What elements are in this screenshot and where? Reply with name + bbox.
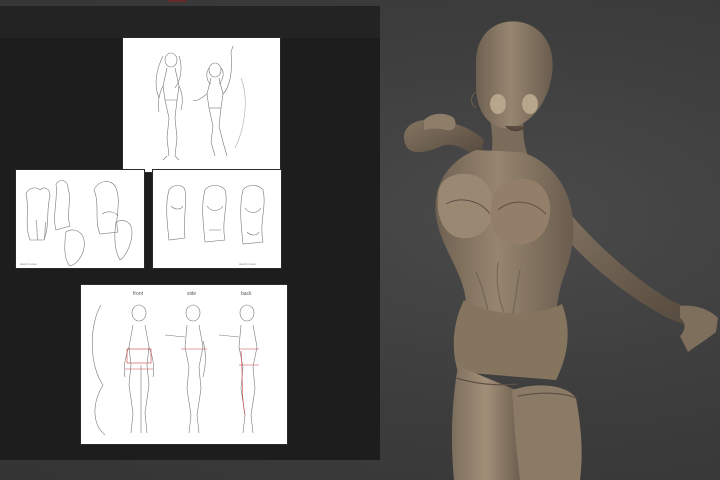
torso-back-sketch-drawing — [25, 180, 133, 267]
app-window: sketch notes sketch notes front side bac… — [0, 0, 720, 480]
raised-hand — [424, 113, 456, 131]
sculpt-viewport[interactable] — [380, 0, 720, 480]
reference-image-torso-back[interactable]: sketch notes — [16, 170, 144, 268]
ear — [471, 91, 477, 109]
left-eye — [490, 94, 506, 114]
title-bar-accent — [168, 0, 186, 2]
reference-image-full-body[interactable] — [123, 38, 280, 172]
torso-front-sketch-drawing — [166, 185, 265, 245]
reference-image-torso-front[interactable]: sketch notes — [153, 170, 281, 268]
full-body-sketch-drawing — [155, 45, 246, 161]
torso-back-caption: sketch notes — [20, 262, 37, 266]
right-thigh — [512, 385, 582, 480]
sculpted-figure — [404, 21, 718, 480]
proportion-label-side: side — [187, 291, 197, 297]
proportion-sheet-drawing — [91, 304, 259, 436]
extended-hand — [680, 305, 718, 352]
proportion-label-front: front — [133, 291, 144, 297]
head — [476, 21, 553, 129]
chest-left — [437, 173, 494, 239]
chest-right — [490, 178, 551, 245]
right-eye — [522, 94, 538, 114]
reference-panel[interactable]: sketch notes sketch notes front side bac… — [0, 6, 380, 460]
reference-image-proportion-sheet[interactable]: front side back — [81, 285, 287, 444]
reference-panel-header — [0, 6, 380, 38]
torso-front-caption: sketch notes — [239, 262, 256, 266]
proportion-label-back: back — [241, 291, 252, 297]
left-thigh — [451, 366, 520, 480]
